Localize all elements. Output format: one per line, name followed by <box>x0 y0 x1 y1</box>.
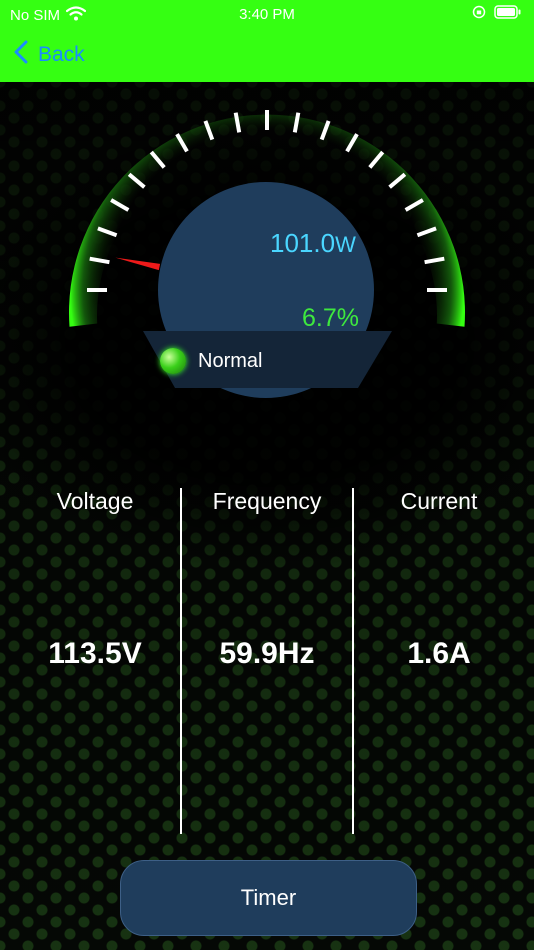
metric-label: Voltage <box>56 488 134 514</box>
gauge-needle <box>115 257 161 271</box>
timer-button[interactable]: Timer <box>120 860 417 936</box>
chevron-left-icon <box>14 40 28 70</box>
power-readout: 101.0W <box>270 228 356 259</box>
power-value: 101.0 <box>270 228 336 258</box>
power-gauge <box>69 110 466 398</box>
power-unit: W <box>335 232 356 257</box>
metric-value: 1.6A <box>407 637 471 670</box>
timer-label: Timer <box>240 885 297 910</box>
status-indicator-icon <box>160 348 186 374</box>
navigation-bar: Back <box>0 30 534 82</box>
battery-icon <box>494 5 522 23</box>
metric-frequency: Frequency 59.9Hz <box>182 488 352 671</box>
status-label: Normal <box>198 350 263 372</box>
orientation-lock-icon <box>472 5 486 23</box>
metric-value: 113.5V <box>48 637 142 670</box>
back-label: Back <box>38 43 85 66</box>
load-percent: 6.7% <box>302 304 359 332</box>
metric-value: 59.9Hz <box>219 637 315 670</box>
status-bar: No SIM 3:40 PM <box>0 0 534 30</box>
back-button[interactable]: Back <box>14 40 85 70</box>
metric-voltage: Voltage 113.5V <box>10 488 180 671</box>
metric-label: Current <box>400 488 478 514</box>
status-right <box>472 5 522 23</box>
clock: 3:40 PM <box>239 6 295 23</box>
metric-label: Frequency <box>212 488 322 514</box>
metric-current: Current 1.6A <box>354 488 524 671</box>
